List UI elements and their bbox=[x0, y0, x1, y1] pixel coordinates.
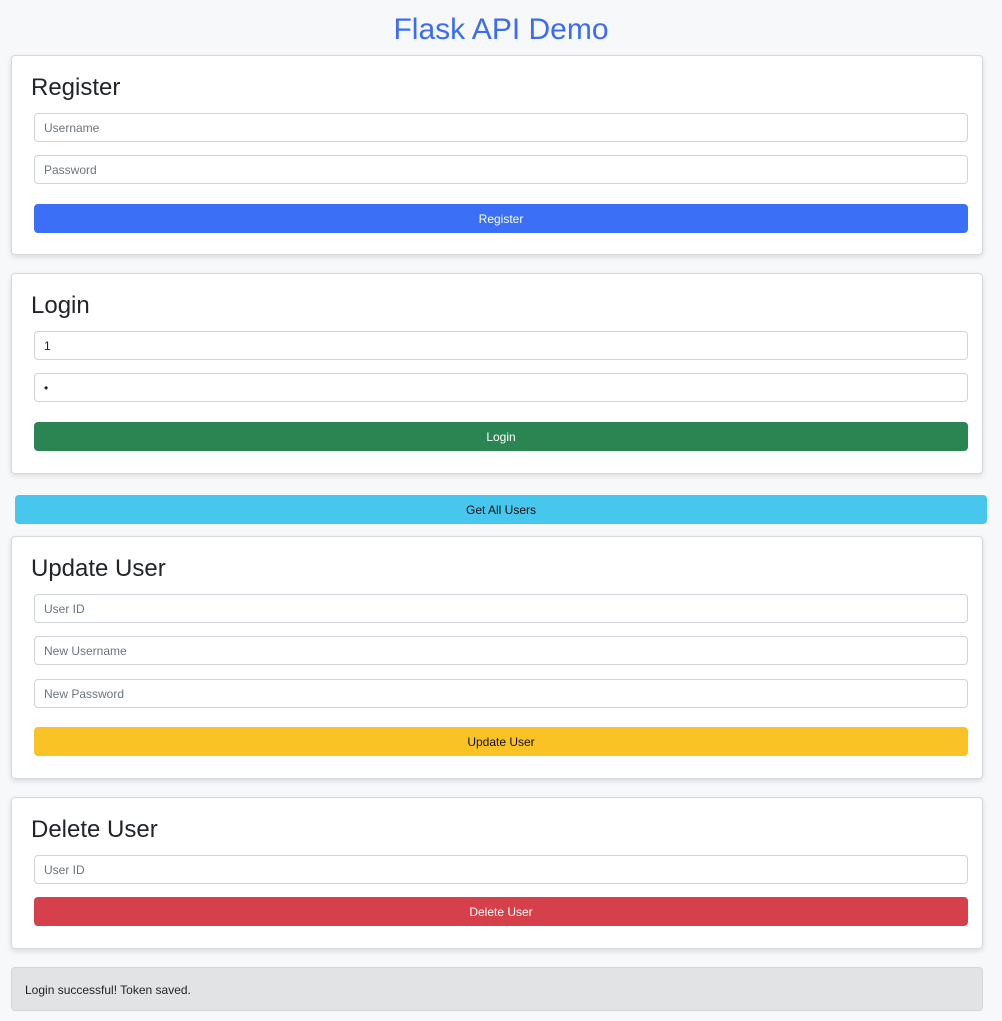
get-all-users-button[interactable]: Get All Users bbox=[15, 495, 987, 524]
update-new-password-input[interactable] bbox=[34, 679, 968, 708]
login-card: Login Login bbox=[11, 273, 983, 474]
page: Flask API Demo Register Register Login L… bbox=[0, 0, 1002, 1021]
update-user-heading: Update User bbox=[31, 555, 166, 582]
register-username-input[interactable] bbox=[34, 113, 968, 142]
update-user-button[interactable]: Update User bbox=[34, 727, 968, 756]
register-card: Register Register bbox=[11, 55, 983, 255]
update-new-username-input[interactable] bbox=[34, 636, 968, 665]
login-username-input[interactable] bbox=[34, 331, 968, 360]
login-button[interactable]: Login bbox=[34, 422, 968, 451]
register-password-input[interactable] bbox=[34, 155, 968, 184]
delete-user-card: Delete User Delete User bbox=[11, 797, 983, 949]
update-user-id-input[interactable] bbox=[34, 594, 968, 623]
delete-user-heading: Delete User bbox=[31, 816, 158, 843]
register-button[interactable]: Register bbox=[34, 204, 968, 233]
register-heading: Register bbox=[31, 74, 121, 101]
page-title: Flask API Demo bbox=[393, 13, 609, 46]
delete-user-button[interactable]: Delete User bbox=[34, 897, 968, 926]
update-user-card: Update User Update User bbox=[11, 536, 983, 779]
delete-user-id-input[interactable] bbox=[34, 855, 968, 884]
login-heading: Login bbox=[31, 292, 90, 319]
status-message: Login successful! Token saved. bbox=[11, 967, 983, 1011]
login-password-input[interactable] bbox=[34, 373, 968, 402]
